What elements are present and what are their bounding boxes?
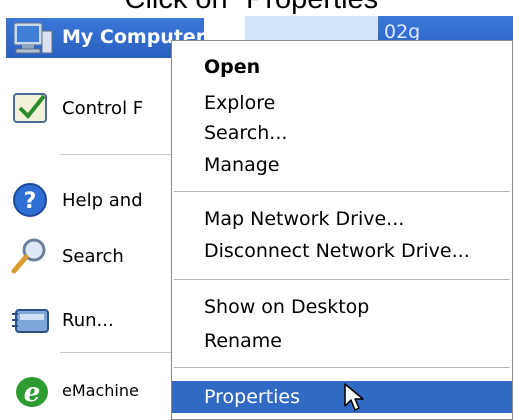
menu-separator [174, 279, 510, 280]
search-icon [10, 236, 54, 276]
start-item-label: Control F [62, 97, 144, 119]
menu-item-open[interactable]: Open [172, 51, 512, 83]
start-item-search[interactable]: Search [10, 236, 124, 276]
my-computer-icon [12, 21, 54, 61]
menu-item-manage[interactable]: Manage [172, 149, 512, 181]
menu-item-map-network-drive[interactable]: Map Network Drive... [172, 203, 512, 235]
menu-separator [174, 191, 510, 192]
start-item-label: eMachine [62, 380, 139, 400]
menu-item-disconnect-network-drive[interactable]: Disconnect Network Drive... [172, 235, 512, 267]
help-icon: ? [10, 180, 54, 220]
run-icon [10, 300, 54, 340]
control-panel-icon [10, 88, 54, 128]
instruction-caption: Click on "Properties" [0, 0, 513, 16]
mouse-cursor-icon [343, 382, 365, 416]
menu-separator [174, 367, 510, 368]
menu-item-explore[interactable]: Explore [172, 87, 512, 119]
menu-item-show-on-desktop[interactable]: Show on Desktop [172, 291, 512, 323]
start-item-run[interactable]: Run... [10, 300, 114, 340]
menu-item-search[interactable]: Search... [172, 117, 512, 149]
menu-item-rename[interactable]: Rename [172, 325, 512, 357]
svg-text:?: ? [24, 189, 37, 214]
context-menu: Open Explore Search... Manage Map Networ… [171, 40, 513, 420]
emachines-icon: e [10, 370, 54, 410]
start-item-label: Help and [62, 189, 143, 211]
start-item-control-panel[interactable]: Control F [10, 88, 143, 128]
start-item-help[interactable]: ? Help and [10, 180, 143, 220]
start-item-label: Run... [62, 309, 114, 331]
start-item-emachines[interactable]: e eMachine [10, 370, 139, 410]
start-item-label: Search [62, 245, 124, 267]
menu-item-properties[interactable]: Properties [172, 381, 512, 413]
svg-text:e: e [24, 378, 41, 408]
